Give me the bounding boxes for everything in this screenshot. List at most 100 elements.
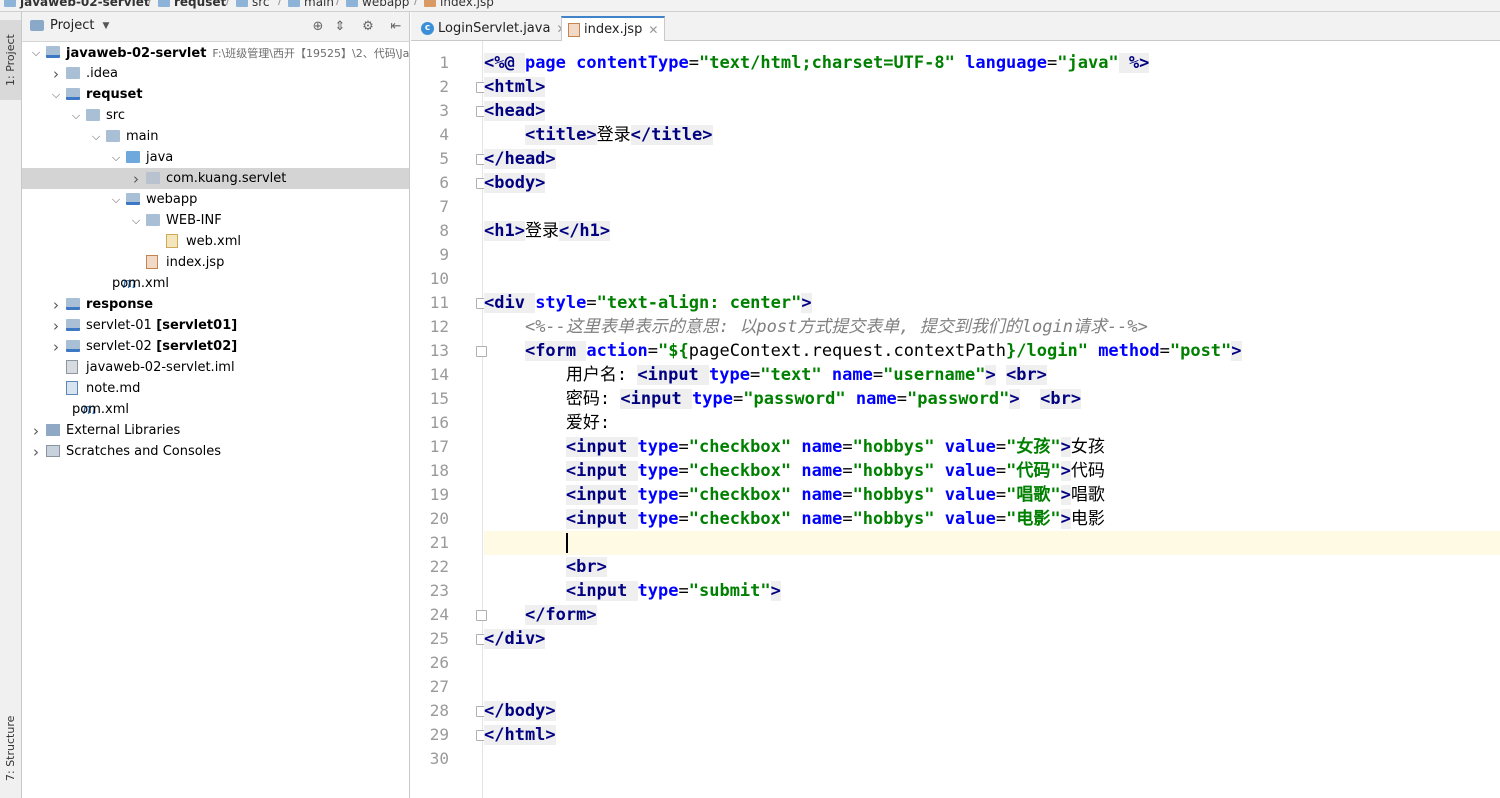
code-line[interactable]: 密码: <input type="password" name="passwor… bbox=[484, 387, 1500, 411]
tree-item[interactable]: › servlet-01 [servlet01] bbox=[22, 315, 409, 336]
breadcrumb-item-module[interactable]: requset bbox=[158, 0, 226, 10]
project-tool-tab[interactable]: 1: Project bbox=[0, 20, 21, 100]
tree-item[interactable]: › External Libraries bbox=[22, 420, 409, 441]
code-line[interactable]: <div style="text-align: center"> bbox=[484, 291, 1500, 315]
chevron-down-icon[interactable]: ⌵ bbox=[110, 147, 122, 168]
code-line[interactable] bbox=[484, 195, 1500, 219]
close-icon[interactable]: ✕ bbox=[648, 23, 658, 37]
code-line[interactable]: <body> bbox=[484, 171, 1500, 195]
collapse-all-icon[interactable]: ⇕ bbox=[332, 18, 348, 34]
code-token: = bbox=[586, 293, 597, 313]
line-number: 28 bbox=[429, 701, 449, 720]
code-line[interactable]: <%@ page contentType="text/html;charset=… bbox=[484, 51, 1500, 75]
tab-index-jsp[interactable]: index.jsp ✕ bbox=[561, 16, 666, 41]
chevron-right-icon[interactable]: › bbox=[50, 315, 62, 336]
tree-item[interactable]: ⌵ webapp bbox=[22, 189, 409, 210]
code-line[interactable]: <%--这里表单表示的意思: 以post方式提交表单, 提交到我们的login请… bbox=[484, 315, 1500, 339]
code-line[interactable]: <h1>登录</h1> bbox=[484, 219, 1500, 243]
code-line[interactable]: <html> bbox=[484, 75, 1500, 99]
code-token: <body> bbox=[484, 173, 546, 193]
code-token: style bbox=[535, 293, 587, 313]
breadcrumb-item-project[interactable]: javaweb-02-servlet bbox=[4, 0, 150, 10]
code-token: "checkbox" bbox=[688, 509, 792, 529]
code-line[interactable] bbox=[484, 747, 1500, 771]
tree-item[interactable]: ⌵ src bbox=[22, 105, 409, 126]
line-number: 12 bbox=[429, 317, 449, 336]
tree-item[interactable]: ⌵ java bbox=[22, 147, 409, 168]
tree-item[interactable]: web.xml bbox=[22, 231, 409, 252]
breadcrumb-item-main[interactable]: main bbox=[288, 0, 334, 10]
tree-item[interactable]: › com.kuang.servlet bbox=[22, 168, 409, 189]
structure-tool-tab[interactable]: 7: Structure bbox=[0, 708, 21, 788]
tree-item[interactable]: m pom.xml bbox=[22, 399, 409, 420]
chevron-right-icon[interactable]: › bbox=[30, 420, 42, 441]
chevron-right-icon[interactable]: › bbox=[50, 63, 62, 84]
folder-icon bbox=[66, 67, 80, 79]
code-line[interactable]: </body> bbox=[484, 699, 1500, 723]
code-line[interactable]: <input type="checkbox" name="hobbys" val… bbox=[484, 483, 1500, 507]
tree-item[interactable]: javaweb-02-servlet.iml bbox=[22, 357, 409, 378]
chevron-right-icon[interactable]: › bbox=[50, 294, 62, 315]
code-token: " bbox=[791, 293, 802, 313]
locate-icon[interactable]: ⊕ bbox=[310, 18, 326, 34]
code-line[interactable] bbox=[484, 531, 1500, 555]
code-token: type bbox=[637, 437, 679, 457]
code-line[interactable]: 爱好: bbox=[484, 411, 1500, 435]
hide-panel-icon[interactable]: ⇤ bbox=[388, 18, 404, 34]
tree-item[interactable]: m pom.xml bbox=[22, 273, 409, 294]
chevron-down-icon[interactable]: ⌵ bbox=[50, 84, 62, 105]
project-view-selector[interactable]: Project ▼ bbox=[30, 18, 109, 33]
tree-item[interactable]: › response bbox=[22, 294, 409, 315]
code-token: <%@ bbox=[484, 53, 525, 73]
breadcrumb-item-file[interactable]: index.jsp bbox=[424, 0, 494, 10]
chevron-down-icon[interactable]: ⌵ bbox=[110, 189, 122, 210]
chevron-down-icon[interactable]: ⌵ bbox=[30, 42, 42, 63]
tree-item[interactable]: note.md bbox=[22, 378, 409, 399]
code-line[interactable]: <br> bbox=[484, 555, 1500, 579]
chevron-right-icon[interactable]: › bbox=[50, 336, 62, 357]
code-line[interactable]: <title>登录</title> bbox=[484, 123, 1500, 147]
code-line[interactable]: </head> bbox=[484, 147, 1500, 171]
code-token: = bbox=[749, 365, 761, 385]
tree-item[interactable]: › .idea bbox=[22, 63, 409, 84]
breadcrumb-item-webapp[interactable]: webapp bbox=[346, 0, 409, 10]
code-line[interactable]: </form> bbox=[484, 603, 1500, 627]
line-number: 17 bbox=[429, 437, 449, 456]
chevron-down-icon[interactable]: ⌵ bbox=[90, 126, 102, 147]
code-line[interactable]: <head> bbox=[484, 99, 1500, 123]
chevron-right-icon[interactable]: › bbox=[130, 168, 142, 189]
code-line[interactable]: <form action="${pageContext.request.cont… bbox=[484, 339, 1500, 363]
code-line[interactable]: </div> bbox=[484, 627, 1500, 651]
code-token: > bbox=[1009, 389, 1020, 409]
code-token: page bbox=[524, 53, 577, 73]
tree-item[interactable]: index.jsp bbox=[22, 252, 409, 273]
chevron-down-icon[interactable]: ⌵ bbox=[130, 210, 142, 231]
code-token: "电影" bbox=[1006, 509, 1061, 529]
code-line[interactable]: </html> bbox=[484, 723, 1500, 747]
tree-item[interactable]: ⌵ main bbox=[22, 126, 409, 147]
tree-item[interactable]: ⌵ javaweb-02-servlet F:\班级管理\西开【19525】\2、代… bbox=[22, 42, 409, 63]
code-line[interactable]: <input type="checkbox" name="hobbys" val… bbox=[484, 435, 1500, 459]
code-line[interactable] bbox=[484, 651, 1500, 675]
tree-item-label: webapp bbox=[146, 192, 198, 207]
chevron-down-icon[interactable]: ⌵ bbox=[70, 105, 82, 126]
code-area[interactable]: <%@ page contentType = "text/html;charset=… bbox=[484, 41, 1500, 798]
tab-loginservlet-java[interactable]: c LoginServlet.java ✕ bbox=[415, 16, 573, 41]
code-line[interactable]: 用户名: <input type="text" name="username">… bbox=[484, 363, 1500, 387]
code-line[interactable]: <input type="submit"> bbox=[484, 579, 1500, 603]
tree-item[interactable]: ⌵ requset bbox=[22, 84, 409, 105]
code-line[interactable]: <input type="checkbox" name="hobbys" val… bbox=[484, 459, 1500, 483]
code-line[interactable] bbox=[484, 243, 1500, 267]
code-line[interactable]: <input type="checkbox" name="hobbys" val… bbox=[484, 507, 1500, 531]
gear-icon[interactable]: ⚙ bbox=[360, 18, 376, 34]
code-token: <input bbox=[637, 365, 710, 385]
tree-item[interactable]: › servlet-02 [servlet02] bbox=[22, 336, 409, 357]
chevron-right-icon[interactable]: › bbox=[30, 441, 42, 462]
code-line[interactable] bbox=[484, 675, 1500, 699]
tree-item[interactable]: › Scratches and Consoles bbox=[22, 441, 409, 462]
code-line[interactable] bbox=[484, 267, 1500, 291]
code-token: </form> bbox=[524, 605, 597, 625]
tree-item[interactable]: ⌵ WEB-INF bbox=[22, 210, 409, 231]
breadcrumb-item-src[interactable]: src bbox=[236, 0, 270, 10]
